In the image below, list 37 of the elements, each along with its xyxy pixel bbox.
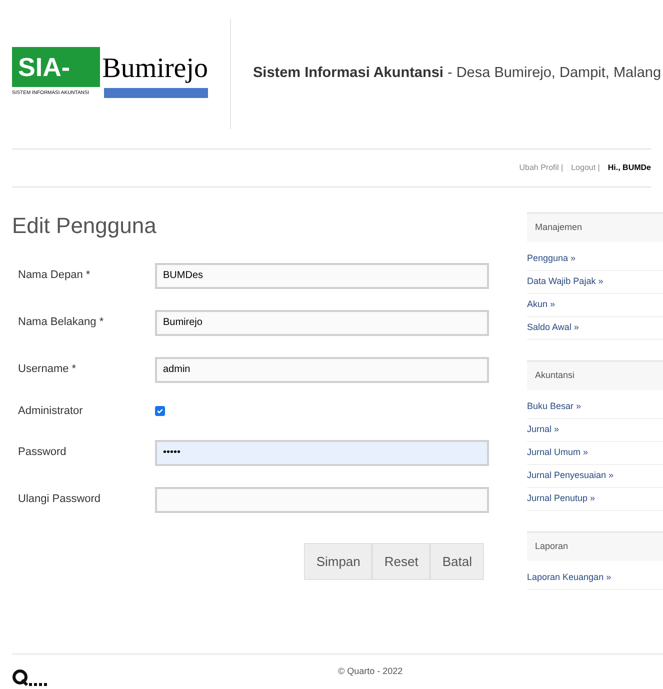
logo-name: Bumirejo	[102, 52, 208, 86]
sidebar-link[interactable]: Jurnal Umum »	[527, 446, 588, 460]
sidebar-link[interactable]: Saldo Awal »	[527, 321, 579, 335]
logo-mark: SIA-	[12, 47, 100, 87]
field-label: Username *	[17, 362, 78, 378]
copyright-text: © Quarto - 2022	[338, 665, 403, 678]
quarto-logo-icon	[12, 669, 48, 687]
input-field[interactable]	[155, 486, 489, 512]
sidebar-link[interactable]: Data Wajib Pajak »	[527, 275, 604, 289]
sidebar-link[interactable]: Jurnal Penyesuaian »	[527, 469, 614, 483]
user-greeting: Hi., BUMDe	[608, 162, 651, 174]
input-field[interactable]: •••••	[155, 440, 489, 466]
page-title: Edit Pengguna	[12, 212, 158, 240]
sidebar-link[interactable]: Pengguna »	[527, 252, 576, 266]
sidebar-link[interactable]: Akun »	[527, 298, 556, 312]
input-field[interactable]: Bumirejo	[155, 310, 489, 336]
sidebar-link[interactable]: Jurnal »	[527, 423, 560, 437]
nav-link[interactable]: Ubah Profil |	[519, 162, 564, 174]
sidebar-header: Manajemen	[527, 212, 663, 242]
sidebar-header: Akuntansi	[527, 360, 663, 390]
site-title: Sistem Informasi Akuntansi - Desa Bumirejo, Dampit, Malang	[253, 64, 662, 84]
field-label: Nama Belakang *	[17, 315, 105, 330]
form-button[interactable]: Simpan	[304, 543, 372, 580]
form-button[interactable]: Reset	[372, 543, 430, 580]
sidebar-link[interactable]: Laporan Keuangan »	[527, 571, 612, 585]
sidebar-link[interactable]: Jurnal Penutup »	[527, 492, 596, 506]
input-field[interactable]: BUMDes	[155, 262, 489, 288]
field-label: Password	[17, 445, 68, 460]
input-field[interactable]: admin	[155, 356, 489, 382]
field-label: Ulangi Password	[17, 492, 102, 508]
form-button[interactable]: Batal	[430, 543, 484, 580]
field-label: Nama Depan *	[17, 268, 92, 284]
nav-link[interactable]: Logout |	[571, 162, 600, 174]
sidebar-header: Laporan	[527, 531, 663, 561]
administrator-checkbox[interactable]	[155, 406, 165, 416]
sidebar-link[interactable]: Buku Besar »	[527, 400, 582, 414]
field-label: Administrator	[17, 404, 84, 419]
